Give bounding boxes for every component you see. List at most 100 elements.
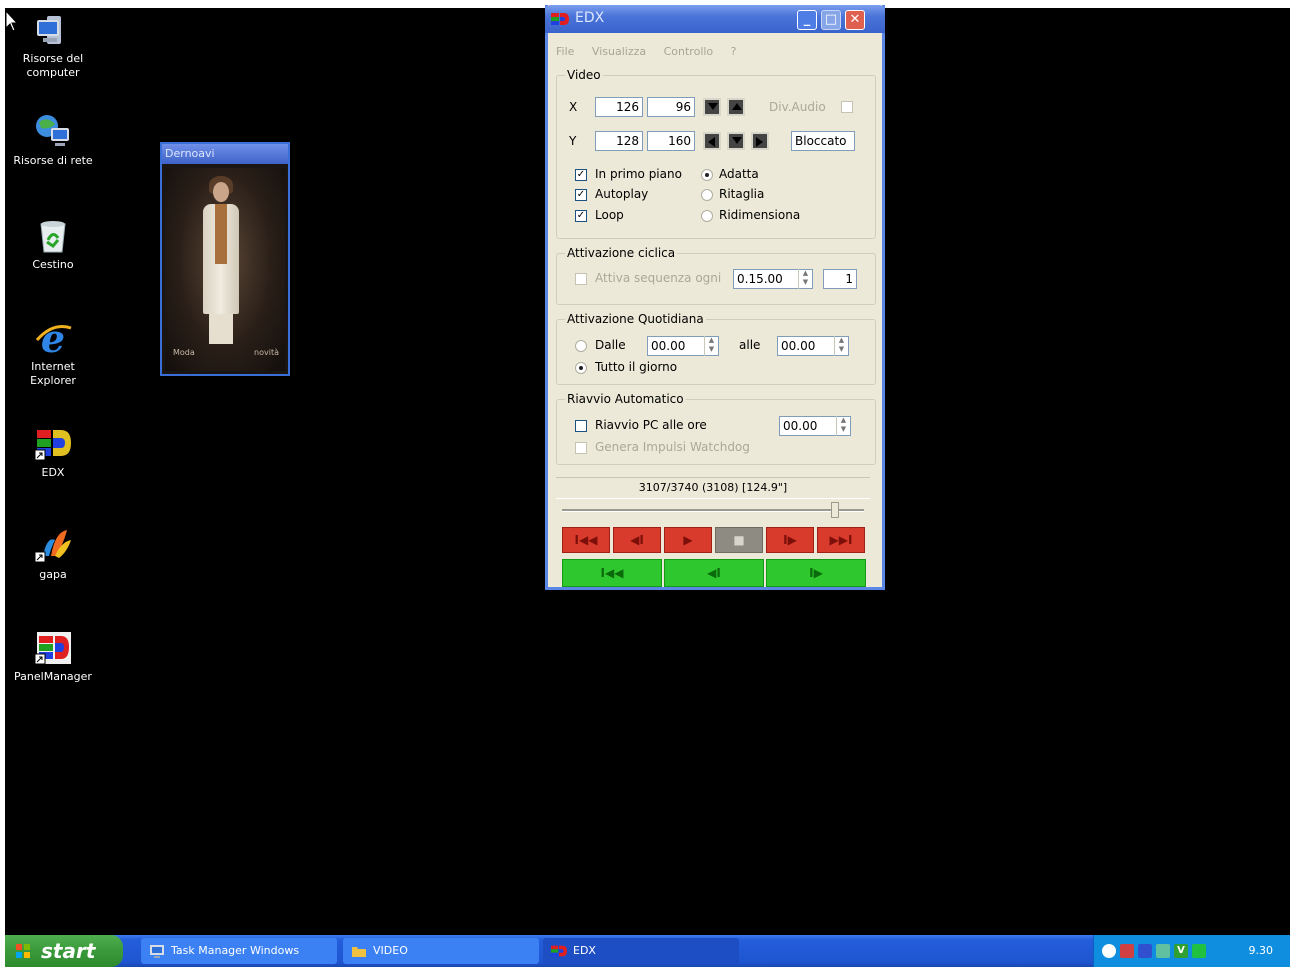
desktop-icon-my-computer[interactable]: Risorse del computer — [9, 10, 97, 80]
network-tray-icon[interactable] — [1120, 944, 1134, 958]
video-frame: Moda novità — [165, 168, 285, 371]
seek-track[interactable] — [562, 509, 864, 512]
computer-icon — [37, 16, 61, 44]
ritaglia-label: Ritaglia — [719, 187, 765, 201]
menu-help[interactable]: ? — [731, 45, 737, 58]
video-group-label: Video — [565, 68, 603, 82]
in-primo-piano-checkbox[interactable]: ✓ — [575, 169, 587, 181]
back-arrow-icon[interactable] — [1102, 944, 1116, 958]
x-input-1[interactable]: 126 — [595, 97, 643, 117]
last-frame-button[interactable]: ▶▶I — [817, 527, 865, 553]
x-input-2[interactable]: 96 — [647, 97, 695, 117]
preview-title: Dernoavi — [162, 144, 288, 164]
desktop-icon-label: EDX — [41, 466, 65, 479]
watchdog-label: Genera Impulsi Watchdog — [595, 440, 750, 454]
activate-sequence-checkbox[interactable] — [575, 273, 587, 285]
task-label: Task Manager Windows — [171, 944, 300, 957]
desktop-icon-gapa[interactable]: gapa — [9, 526, 97, 582]
edx-logo-icon — [551, 13, 569, 25]
taskbar-task-manager[interactable]: Task Manager Windows — [141, 938, 337, 964]
interval-spinner[interactable]: ▲ ▼ — [798, 269, 812, 289]
restart-group-label: Riavvio Automatico — [565, 392, 686, 406]
desktop-icon-label: Cestino — [32, 258, 74, 271]
move-up-button[interactable] — [727, 98, 745, 116]
move-left-button[interactable] — [703, 132, 721, 150]
desktop-icon-label: PanelManager — [14, 670, 92, 683]
restart-pc-checkbox[interactable] — [575, 420, 587, 432]
desktop-icon-label: gapa — [39, 568, 67, 581]
activate-sequence-label: Attiva sequenza ogni — [595, 271, 722, 285]
ridimensiona-radio[interactable] — [701, 210, 713, 222]
restart-time-spinner[interactable]: ▲ ▼ — [836, 416, 850, 436]
dalle-label: Dalle — [595, 338, 626, 352]
count-input[interactable]: 1 — [823, 269, 857, 289]
edx-logo-icon — [34, 430, 71, 461]
auto-restart-group: Riavvio Automatico Riavvio PC alle ore 0… — [556, 392, 876, 465]
y-input-2[interactable]: 160 — [647, 131, 695, 151]
internet-explorer-icon: e — [35, 318, 72, 358]
taskbar-edx[interactable]: EDX — [543, 938, 739, 964]
window-title: EDX — [575, 10, 605, 26]
desktop-icon-label: Risorse del computer — [22, 52, 84, 79]
desktop-icon-recycle-bin[interactable]: Cestino — [9, 216, 97, 272]
move-right-button[interactable] — [751, 132, 769, 150]
desktop-icon-label: Internet Explorer — [30, 360, 76, 387]
menu-file[interactable]: File — [556, 45, 574, 58]
speaker-tray-icon[interactable] — [1156, 944, 1170, 958]
task-label: EDX — [573, 944, 596, 957]
adatta-radio[interactable] — [701, 169, 713, 181]
seek-slider-thumb[interactable] — [831, 502, 839, 518]
taskbar-video-folder[interactable]: VIDEO — [343, 938, 539, 964]
move-down-button[interactable] — [727, 132, 745, 150]
ritaglia-radio[interactable] — [701, 189, 713, 201]
y-input-1[interactable]: 128 — [595, 131, 643, 151]
v-tray-icon[interactable]: V — [1174, 944, 1188, 958]
stop-button[interactable]: ■ — [715, 527, 763, 553]
step-forward-button[interactable]: I▶ — [766, 527, 814, 553]
clock: 9.30 — [1248, 944, 1274, 957]
system-tray: V 9.30 — [1093, 935, 1290, 967]
lock-field[interactable]: Bloccato — [791, 131, 855, 151]
step-back-button[interactable]: ◀I — [613, 527, 661, 553]
div-audio-checkbox[interactable] — [841, 101, 853, 113]
maximize-button[interactable]: □ — [821, 10, 841, 30]
menu-controllo[interactable]: Controllo — [664, 45, 714, 58]
close-button[interactable]: ✕ — [845, 10, 865, 30]
dalle-radio[interactable] — [575, 340, 587, 352]
autoplay-label: Autoplay — [595, 187, 649, 201]
play-button[interactable]: ▶ — [664, 527, 712, 553]
status-bar: 3107/3740 (3108) [124.9"] — [556, 477, 870, 499]
first-frame-button[interactable]: I◀◀ — [562, 527, 610, 553]
from-time-spinner[interactable]: ▲ ▼ — [704, 336, 718, 356]
edx-logo-icon — [551, 945, 567, 957]
title-bar[interactable]: EDX _ □ ✕ — [545, 5, 885, 33]
nav-next-button[interactable]: I▶ — [766, 559, 866, 587]
cyclic-group-label: Attivazione ciclica — [565, 246, 678, 260]
desktop-icon-internet-explorer[interactable]: e Internet Explorer — [9, 318, 97, 388]
network-icon — [36, 115, 69, 146]
menu-visualizza[interactable]: Visualizza — [592, 45, 646, 58]
nav-previous-button[interactable]: ◀I — [664, 559, 764, 587]
adatta-label: Adatta — [719, 167, 759, 181]
y-label: Y — [569, 134, 577, 148]
desktop-icon-edx[interactable]: EDX — [9, 424, 97, 480]
autoplay-checkbox[interactable]: ✓ — [575, 189, 587, 201]
video-preview-window[interactable]: Dernoavi Moda novità — [160, 142, 290, 376]
to-time-spinner[interactable]: ▲ ▼ — [834, 336, 848, 356]
loop-checkbox[interactable]: ✓ — [575, 210, 587, 222]
position-button-1[interactable] — [703, 98, 721, 116]
ridimensiona-label: Ridimensiona — [719, 208, 801, 222]
nav-first-button[interactable]: I◀◀ — [562, 559, 662, 587]
watchdog-checkbox[interactable] — [575, 442, 587, 454]
desktop-icon-network-places[interactable]: Risorse di rete — [9, 112, 97, 168]
minimize-button[interactable]: _ — [797, 10, 817, 30]
menu-bar: File Visualizza Controllo ? — [556, 45, 751, 63]
network-tray-icon-2[interactable] — [1138, 944, 1152, 958]
video-group: Video X 126 96 Div.Audio Y 128 160 Blocc… — [556, 68, 876, 239]
start-button[interactable]: start — [5, 935, 123, 967]
green-tray-icon[interactable] — [1192, 944, 1206, 958]
loop-label: Loop — [595, 208, 624, 222]
desktop-icon-panel-manager[interactable]: PanelManager — [9, 628, 97, 684]
recycle-bin-icon — [40, 221, 66, 253]
tutto-il-giorno-radio[interactable] — [575, 362, 587, 374]
